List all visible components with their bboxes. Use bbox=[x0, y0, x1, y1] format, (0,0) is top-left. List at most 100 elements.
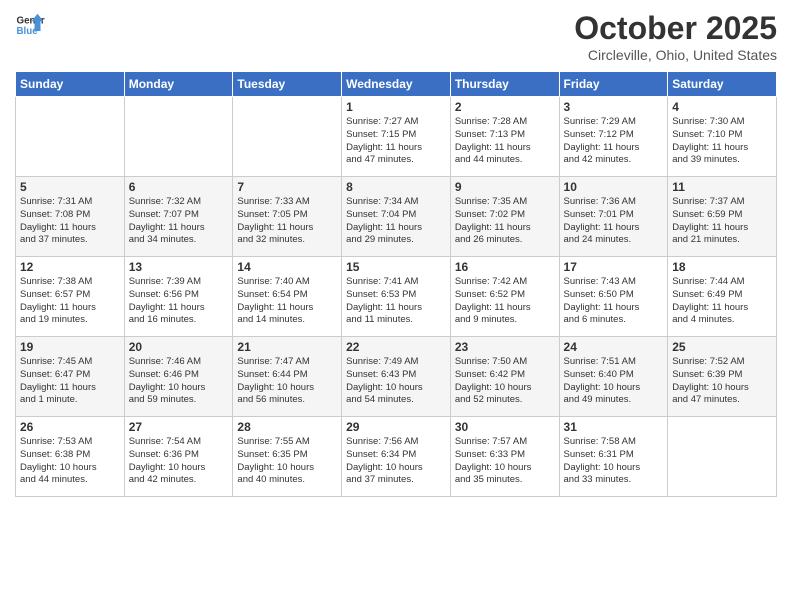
table-row: 31 Sunrise: 7:58 AM Sunset: 6:31 PM Dayli… bbox=[559, 417, 668, 497]
day-info: Sunrise: 7:41 AM Sunset: 6:53 PM Dayligh… bbox=[346, 276, 446, 327]
table-row: 14Sunrise: 7:40 AM Sunset: 6:54 PM Dayli… bbox=[233, 257, 342, 337]
header-sunday: Sunday bbox=[16, 72, 125, 97]
day-info: Sunrise: 7:46 AM Sunset: 6:46 PM Dayligh… bbox=[129, 356, 229, 407]
header-wednesday: Wednesday bbox=[342, 72, 451, 97]
table-row: 26 Sunrise: 7:53 AM Sunset: 6:38 PM Dayli… bbox=[16, 417, 125, 497]
day-info: Sunrise: 7:37 AM Sunset: 6:59 PM Dayligh… bbox=[672, 196, 772, 247]
day-number: 16 bbox=[455, 260, 555, 274]
title-block: October 2025 Circleville, Ohio, United S… bbox=[574, 10, 777, 63]
day-number: 1 bbox=[346, 100, 446, 114]
day-info: Sunrise: 7:53 AM Sunset: 6:38 PM Dayligh… bbox=[20, 436, 120, 487]
day-info: Sunrise: 7:52 AM Sunset: 6:39 PM Dayligh… bbox=[672, 356, 772, 407]
day-number: 20 bbox=[129, 340, 229, 354]
day-info: Sunrise: 7:27 AM Sunset: 7:15 PM Dayligh… bbox=[346, 116, 446, 167]
calendar-week-row: 5 Sunrise: 7:31 AM Sunset: 7:08 PM Daylig… bbox=[16, 177, 777, 257]
table-row: 27Sunrise: 7:54 AM Sunset: 6:36 PM Dayli… bbox=[124, 417, 233, 497]
table-row: 19 Sunrise: 7:45 AM Sunset: 6:47 PM Dayli… bbox=[16, 337, 125, 417]
table-row: 13Sunrise: 7:39 AM Sunset: 6:56 PM Dayli… bbox=[124, 257, 233, 337]
table-row: 7Sunrise: 7:33 AM Sunset: 7:05 PM Daylig… bbox=[233, 177, 342, 257]
day-number: 8 bbox=[346, 180, 446, 194]
day-number: 28 bbox=[237, 420, 337, 434]
day-number: 5 bbox=[20, 180, 120, 194]
table-row: 30 Sunrise: 7:57 AM Sunset: 6:33 PM Dayli… bbox=[450, 417, 559, 497]
table-row: 2 Sunrise: 7:28 AM Sunset: 7:13 PM Daylig… bbox=[450, 97, 559, 177]
table-row: 18Sunrise: 7:44 AM Sunset: 6:49 PM Dayli… bbox=[668, 257, 777, 337]
day-info: Sunrise: 7:42 AM Sunset: 6:52 PM Dayligh… bbox=[455, 276, 555, 327]
header-tuesday: Tuesday bbox=[233, 72, 342, 97]
table-row bbox=[124, 97, 233, 177]
month-title: October 2025 bbox=[574, 10, 777, 47]
day-number: 25 bbox=[672, 340, 772, 354]
day-number: 15 bbox=[346, 260, 446, 274]
day-number: 29 bbox=[346, 420, 446, 434]
location: Circleville, Ohio, United States bbox=[574, 47, 777, 63]
table-row: 21Sunrise: 7:47 AM Sunset: 6:44 PM Dayli… bbox=[233, 337, 342, 417]
day-info: Sunrise: 7:50 AM Sunset: 6:42 PM Dayligh… bbox=[455, 356, 555, 407]
day-number: 10 bbox=[564, 180, 664, 194]
day-info: Sunrise: 7:56 AM Sunset: 6:34 PM Dayligh… bbox=[346, 436, 446, 487]
table-row: 12Sunrise: 7:38 AM Sunset: 6:57 PM Dayli… bbox=[16, 257, 125, 337]
day-number: 11 bbox=[672, 180, 772, 194]
table-row: 15 Sunrise: 7:41 AM Sunset: 6:53 PM Dayli… bbox=[342, 257, 451, 337]
calendar: Sunday Monday Tuesday Wednesday Thursday… bbox=[15, 71, 777, 497]
day-number: 22 bbox=[346, 340, 446, 354]
day-number: 4 bbox=[672, 100, 772, 114]
day-number: 6 bbox=[129, 180, 229, 194]
day-info: Sunrise: 7:34 AM Sunset: 7:04 PM Dayligh… bbox=[346, 196, 446, 247]
day-info: Sunrise: 7:43 AM Sunset: 6:50 PM Dayligh… bbox=[564, 276, 664, 327]
day-info: Sunrise: 7:32 AM Sunset: 7:07 PM Dayligh… bbox=[129, 196, 229, 247]
table-row: 5 Sunrise: 7:31 AM Sunset: 7:08 PM Daylig… bbox=[16, 177, 125, 257]
day-info: Sunrise: 7:55 AM Sunset: 6:35 PM Dayligh… bbox=[237, 436, 337, 487]
day-number: 2 bbox=[455, 100, 555, 114]
table-row: 11 Sunrise: 7:37 AM Sunset: 6:59 PM Dayli… bbox=[668, 177, 777, 257]
day-number: 18 bbox=[672, 260, 772, 274]
table-row: 1 Sunrise: 7:27 AM Sunset: 7:15 PM Daylig… bbox=[342, 97, 451, 177]
day-number: 26 bbox=[20, 420, 120, 434]
day-info: Sunrise: 7:29 AM Sunset: 7:12 PM Dayligh… bbox=[564, 116, 664, 167]
logo-icon: General Blue bbox=[15, 10, 45, 40]
table-row: 25 Sunrise: 7:52 AM Sunset: 6:39 PM Dayli… bbox=[668, 337, 777, 417]
day-info: Sunrise: 7:38 AM Sunset: 6:57 PM Dayligh… bbox=[20, 276, 120, 327]
day-number: 17 bbox=[564, 260, 664, 274]
calendar-week-row: 26 Sunrise: 7:53 AM Sunset: 6:38 PM Dayli… bbox=[16, 417, 777, 497]
day-number: 23 bbox=[455, 340, 555, 354]
day-number: 24 bbox=[564, 340, 664, 354]
header: General Blue October 2025 Circleville, O… bbox=[15, 10, 777, 63]
day-number: 30 bbox=[455, 420, 555, 434]
day-number: 14 bbox=[237, 260, 337, 274]
page: General Blue October 2025 Circleville, O… bbox=[0, 0, 792, 612]
day-info: Sunrise: 7:45 AM Sunset: 6:47 PM Dayligh… bbox=[20, 356, 120, 407]
day-info: Sunrise: 7:49 AM Sunset: 6:43 PM Dayligh… bbox=[346, 356, 446, 407]
day-info: Sunrise: 7:31 AM Sunset: 7:08 PM Dayligh… bbox=[20, 196, 120, 247]
calendar-week-row: 1 Sunrise: 7:27 AM Sunset: 7:15 PM Daylig… bbox=[16, 97, 777, 177]
table-row: 17 Sunrise: 7:43 AM Sunset: 6:50 PM Dayli… bbox=[559, 257, 668, 337]
day-info: Sunrise: 7:28 AM Sunset: 7:13 PM Dayligh… bbox=[455, 116, 555, 167]
table-row bbox=[16, 97, 125, 177]
table-row: 9Sunrise: 7:35 AM Sunset: 7:02 PM Daylig… bbox=[450, 177, 559, 257]
table-row: 24 Sunrise: 7:51 AM Sunset: 6:40 PM Dayli… bbox=[559, 337, 668, 417]
calendar-header-row: Sunday Monday Tuesday Wednesday Thursday… bbox=[16, 72, 777, 97]
table-row: 3 Sunrise: 7:29 AM Sunset: 7:12 PM Daylig… bbox=[559, 97, 668, 177]
header-friday: Friday bbox=[559, 72, 668, 97]
day-info: Sunrise: 7:57 AM Sunset: 6:33 PM Dayligh… bbox=[455, 436, 555, 487]
day-number: 13 bbox=[129, 260, 229, 274]
table-row: 16 Sunrise: 7:42 AM Sunset: 6:52 PM Dayli… bbox=[450, 257, 559, 337]
day-info: Sunrise: 7:58 AM Sunset: 6:31 PM Dayligh… bbox=[564, 436, 664, 487]
table-row bbox=[668, 417, 777, 497]
day-number: 31 bbox=[564, 420, 664, 434]
day-info: Sunrise: 7:36 AM Sunset: 7:01 PM Dayligh… bbox=[564, 196, 664, 247]
table-row: 28 Sunrise: 7:55 AM Sunset: 6:35 PM Dayli… bbox=[233, 417, 342, 497]
day-number: 3 bbox=[564, 100, 664, 114]
day-info: Sunrise: 7:35 AM Sunset: 7:02 PM Dayligh… bbox=[455, 196, 555, 247]
table-row: 10 Sunrise: 7:36 AM Sunset: 7:01 PM Dayli… bbox=[559, 177, 668, 257]
day-number: 21 bbox=[237, 340, 337, 354]
day-number: 27 bbox=[129, 420, 229, 434]
day-number: 7 bbox=[237, 180, 337, 194]
header-thursday: Thursday bbox=[450, 72, 559, 97]
table-row bbox=[233, 97, 342, 177]
logo: General Blue bbox=[15, 10, 45, 40]
day-number: 19 bbox=[20, 340, 120, 354]
table-row: 29 Sunrise: 7:56 AM Sunset: 6:34 PM Dayli… bbox=[342, 417, 451, 497]
day-info: Sunrise: 7:51 AM Sunset: 6:40 PM Dayligh… bbox=[564, 356, 664, 407]
table-row: 20 Sunrise: 7:46 AM Sunset: 6:46 PM Dayli… bbox=[124, 337, 233, 417]
